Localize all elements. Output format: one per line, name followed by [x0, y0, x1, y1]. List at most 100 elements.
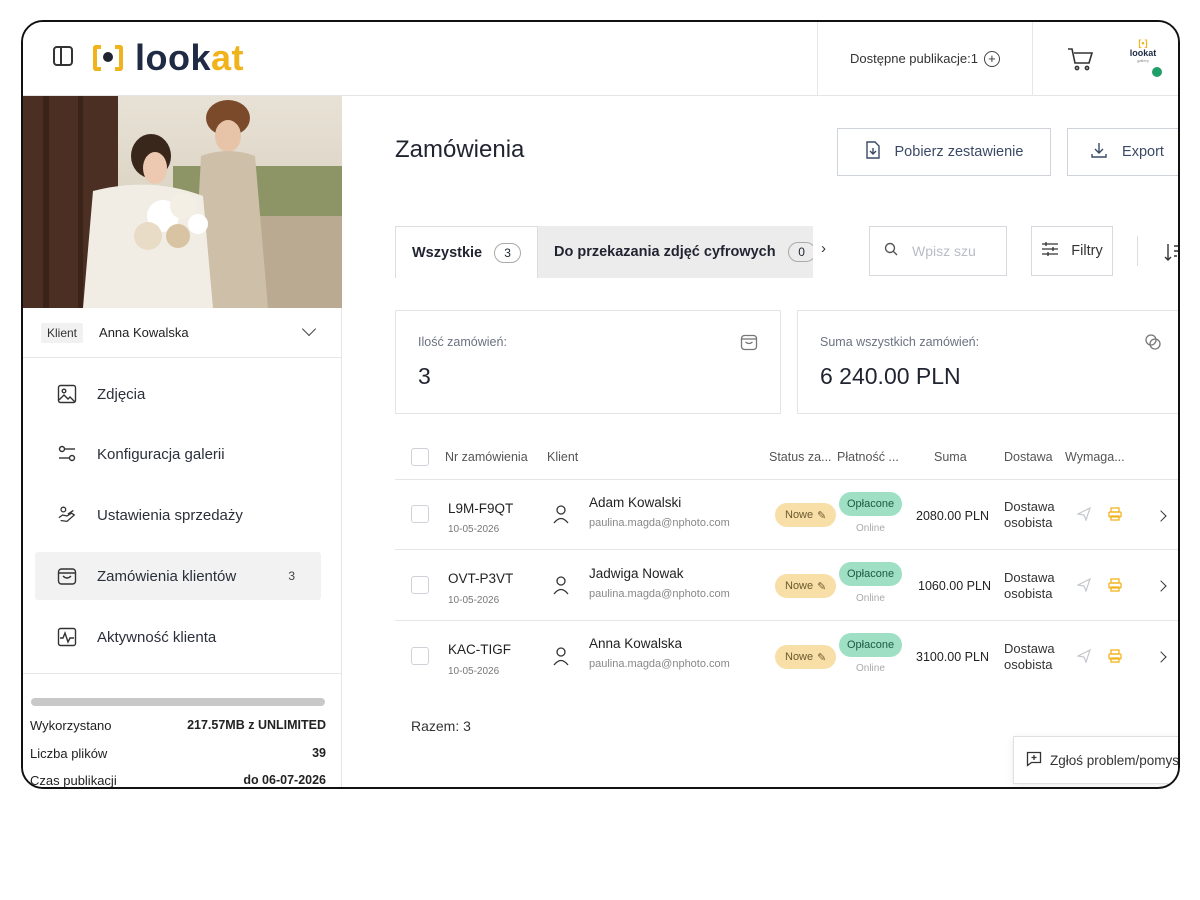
image-icon — [57, 384, 77, 404]
sidebar-item-label: Ustawienia sprzedaży — [97, 506, 243, 524]
export-label: Export — [1122, 144, 1164, 160]
column-header-sum[interactable]: Suma — [934, 450, 967, 464]
delivery-line-1: Dostawa — [1004, 499, 1055, 514]
shopping-bag-icon — [740, 333, 758, 356]
usage-label: Wykorzystano — [30, 718, 112, 733]
usage-value: 217.57MB z UNLIMITED — [187, 718, 326, 732]
files-stat: Liczba plików 39 — [30, 746, 326, 761]
order-number[interactable]: KAC-TIGF — [448, 642, 511, 657]
delivery-line-2: osobista — [1004, 586, 1053, 601]
chevron-right-icon[interactable] — [1155, 510, 1167, 522]
order-sum: 1060.00 PLN — [918, 579, 991, 593]
add-publication-icon[interactable]: + — [983, 50, 1000, 67]
report-problem-button[interactable]: Zgłoś problem/pomysł — [1013, 736, 1178, 784]
download-icon — [1090, 141, 1108, 163]
sidebar-divider — [23, 673, 341, 674]
column-header-status[interactable]: Status za... — [769, 450, 832, 464]
payment-status-badge: Opłacone — [839, 562, 903, 586]
files-value: 39 — [312, 746, 326, 760]
search-input[interactable] — [912, 243, 992, 259]
send-icon[interactable] — [1076, 648, 1092, 668]
app-window: lookat Dostępne publikacje:1 + [•] looka… — [21, 20, 1180, 789]
delivery-type: Dostawa osobista — [1004, 641, 1055, 673]
main-content: Zamówienia Pobierz zestawienie Export Ws… — [343, 96, 1178, 787]
sort-icon[interactable] — [1163, 242, 1178, 267]
sidebar-item-label: Zdjęcia — [97, 385, 146, 403]
tab-count: 0 — [787, 242, 813, 262]
user-icon — [553, 646, 569, 671]
app-logo[interactable]: lookat — [93, 37, 244, 78]
chevron-right-icon[interactable] — [1155, 580, 1167, 592]
sidebar-toggle-icon[interactable] — [53, 46, 73, 66]
client-name: Adam Kowalski — [589, 495, 682, 510]
printer-icon[interactable] — [1108, 649, 1122, 668]
sidebar-item-photos[interactable]: Zdjęcia — [35, 370, 321, 418]
column-header-payment[interactable]: Płatność ... — [837, 450, 899, 464]
row-checkbox[interactable] — [411, 505, 429, 523]
send-icon[interactable] — [1076, 577, 1092, 597]
chevron-right-icon[interactable] — [1155, 651, 1167, 663]
activity-icon — [57, 627, 77, 647]
status-label: Nowe — [785, 651, 814, 663]
order-status-badge[interactable]: Nowe ✎ — [775, 503, 837, 527]
tab-digital-delivery[interactable]: Do przekazania zdjęć cyfrowych 0 — [538, 226, 813, 278]
printer-icon[interactable] — [1108, 578, 1122, 597]
download-summary-label: Pobierz zestawienie — [894, 144, 1024, 160]
sidebar-item-sales-settings[interactable]: Ustawienia sprzedaży — [35, 491, 321, 539]
printer-icon[interactable] — [1108, 507, 1122, 526]
shopping-bag-icon — [57, 566, 77, 586]
row-divider — [395, 479, 1178, 480]
client-email: paulina.magda@nphoto.com — [589, 517, 730, 529]
sliders-icon — [57, 444, 77, 464]
delivery-line-1: Dostawa — [1004, 570, 1055, 585]
orders-sum-card: Suma wszystkich zamówień: 6 240.00 PLN — [797, 310, 1178, 414]
orders-count-badge: 3 — [288, 569, 295, 583]
order-status-badge[interactable]: Nowe ✎ — [775, 645, 837, 669]
filters-button[interactable]: Filtry — [1031, 226, 1113, 276]
tabs-next-chevron-icon[interactable]: › — [821, 240, 826, 257]
send-icon[interactable] — [1076, 506, 1092, 526]
mini-logo-sub: gallery — [1137, 58, 1149, 63]
chevron-down-icon[interactable] — [301, 321, 317, 337]
publish-label: Czas publikacji — [30, 773, 117, 788]
order-number[interactable]: L9M-F9QT — [448, 501, 513, 516]
sidebar-item-client-activity[interactable]: Aktywność klienta — [35, 613, 321, 661]
download-summary-button[interactable]: Pobierz zestawienie — [837, 128, 1051, 176]
available-publications[interactable]: Dostępne publikacje:1 + — [817, 22, 1033, 95]
publish-stat: Czas publikacji do 06-07-2026 — [30, 773, 326, 788]
search-box[interactable] — [869, 226, 1007, 276]
gallery-cover-image — [23, 96, 342, 308]
column-header-order-no[interactable]: Nr zamówienia — [445, 450, 528, 464]
column-header-client[interactable]: Klient — [547, 450, 578, 464]
sidebar-item-gallery-config[interactable]: Konfiguracja galerii — [35, 430, 321, 478]
order-status-badge[interactable]: Nowe ✎ — [775, 574, 837, 598]
logo-mark-icon — [93, 43, 123, 73]
client-name: Jadwiga Nowak — [589, 566, 684, 581]
usage-stat: Wykorzystano 217.57MB z UNLIMITED — [30, 718, 326, 733]
files-label: Liczba plików — [30, 746, 108, 761]
row-checkbox[interactable] — [411, 576, 429, 594]
export-button[interactable]: Export — [1067, 128, 1178, 176]
row-checkbox[interactable] — [411, 647, 429, 665]
search-icon — [884, 242, 898, 261]
order-number[interactable]: OVT-P3VT — [448, 571, 513, 586]
tab-all[interactable]: Wszystkie 3 — [395, 226, 538, 278]
column-header-required[interactable]: Wymaga... — [1065, 450, 1125, 464]
sidebar-item-client-orders[interactable]: Zamówienia klientów 3 — [35, 552, 321, 600]
orders-count-card: Ilość zamówień: 3 — [395, 310, 781, 414]
orders-count-value: 3 — [418, 363, 431, 389]
cart-icon[interactable] — [1063, 42, 1097, 76]
select-all-checkbox[interactable] — [411, 448, 429, 466]
sidebar: Klient Anna Kowalska Zdjęcia Konfiguracj… — [23, 96, 342, 787]
mini-logo-mark-icon: [•] — [1138, 38, 1148, 48]
order-date: 10-05-2026 — [448, 524, 500, 535]
payment-method: Online — [856, 523, 885, 534]
client-selector[interactable]: Klient Anna Kowalska — [23, 308, 342, 358]
column-header-delivery[interactable]: Dostawa — [1004, 450, 1053, 464]
client-tag: Klient — [41, 322, 84, 343]
client-name: Anna Kowalska — [99, 325, 189, 340]
delivery-type: Dostawa osobista — [1004, 499, 1055, 531]
row-divider — [395, 549, 1178, 550]
payment-status-badge: Opłacone — [839, 492, 903, 516]
tab-count: 3 — [494, 242, 521, 263]
